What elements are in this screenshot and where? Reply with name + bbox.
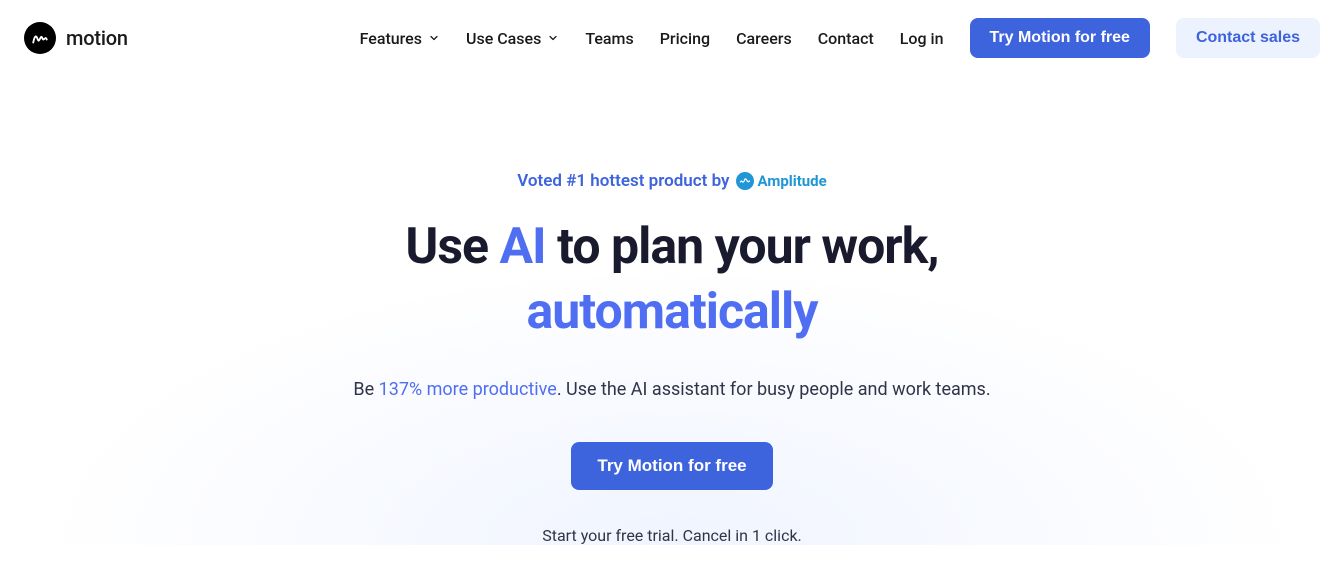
subhead-pre: Be [353, 379, 378, 400]
brand-name: motion [66, 26, 128, 50]
nav-pricing-label: Pricing [660, 29, 710, 48]
nav-careers-label: Careers [736, 29, 792, 48]
nav-pricing[interactable]: Pricing [660, 29, 710, 48]
nav-try-button[interactable]: Try Motion for free [970, 18, 1150, 58]
nav-contact[interactable]: Contact [818, 29, 874, 48]
headline-accent-auto: automatically [527, 283, 818, 341]
nav-contact-sales-button[interactable]: Contact sales [1176, 18, 1320, 58]
nav-teams-label: Teams [585, 29, 633, 48]
nav-use-cases[interactable]: Use Cases [466, 29, 559, 48]
headline-pre: Use [405, 218, 499, 276]
subhead-post: . Use the AI assistant for busy people a… [557, 379, 991, 400]
chevron-down-icon [547, 32, 559, 44]
main-nav: Features Use Cases Teams Pricing Careers… [360, 18, 1320, 58]
trial-note: Start your free trial. Cancel in 1 click… [0, 526, 1344, 545]
nav-use-cases-label: Use Cases [466, 29, 541, 48]
nav-login[interactable]: Log in [900, 29, 944, 48]
nav-login-label: Log in [900, 29, 944, 48]
amplitude-badge: Amplitude [736, 172, 827, 190]
hero-subhead: Be 137% more productive. Use the AI assi… [0, 379, 1344, 400]
site-header: motion Features Use Cases Teams Pricing … [0, 0, 1344, 76]
nav-contact-label: Contact [818, 29, 874, 48]
chevron-down-icon [428, 32, 440, 44]
nav-features-label: Features [360, 29, 422, 48]
hero-cta-wrap: Try Motion for free [0, 442, 1344, 490]
nav-careers[interactable]: Careers [736, 29, 792, 48]
brand-logo[interactable]: motion [24, 22, 128, 54]
hero-section: Voted #1 hottest product by Amplitude Us… [0, 76, 1344, 545]
subhead-accent: 137% more productive [379, 379, 557, 400]
amplitude-icon [736, 172, 754, 190]
hero-headline: Use AI to plan your work, automatically [0, 215, 1344, 345]
award-badge: Voted #1 hottest product by Amplitude [0, 171, 1344, 191]
award-badge-text: Voted #1 hottest product by [517, 171, 729, 191]
headline-mid: to plan your work, [546, 218, 939, 276]
hero-cta-button[interactable]: Try Motion for free [571, 442, 772, 490]
nav-features[interactable]: Features [360, 29, 440, 48]
brand-logo-icon [24, 22, 56, 54]
nav-teams[interactable]: Teams [585, 29, 633, 48]
amplitude-label: Amplitude [758, 172, 827, 190]
headline-accent-ai: AI [499, 218, 545, 276]
